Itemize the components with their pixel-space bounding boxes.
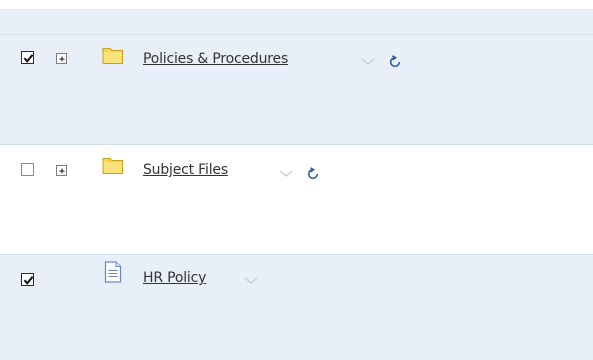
list-item: Subject Files xyxy=(0,144,593,254)
folder-link-policies-procedures[interactable]: Policies & Procedures xyxy=(143,51,288,67)
expand-toggle[interactable] xyxy=(56,53,67,64)
row-checkbox[interactable] xyxy=(21,273,34,286)
list-item: Policies & Procedures xyxy=(0,34,593,144)
chevron-down-icon[interactable] xyxy=(244,270,258,289)
list-item: HR Policy xyxy=(0,254,593,360)
top-strip xyxy=(0,0,593,9)
folder-icon xyxy=(102,155,124,179)
list-header xyxy=(0,9,593,35)
document-icon xyxy=(104,261,122,287)
row-checkbox[interactable] xyxy=(21,51,34,64)
refresh-icon[interactable] xyxy=(388,54,402,73)
chevron-down-icon[interactable] xyxy=(361,51,375,70)
chevron-down-icon[interactable] xyxy=(279,163,293,182)
row-checkbox[interactable] xyxy=(21,163,34,176)
folder-link-subject-files[interactable]: Subject Files xyxy=(143,162,228,178)
file-list-view: Policies & Procedures Subject Files HR P… xyxy=(0,0,593,360)
folder-icon xyxy=(102,45,124,69)
refresh-icon[interactable] xyxy=(306,166,320,185)
expand-toggle[interactable] xyxy=(56,165,67,176)
document-link-hr-policy[interactable]: HR Policy xyxy=(143,270,206,286)
